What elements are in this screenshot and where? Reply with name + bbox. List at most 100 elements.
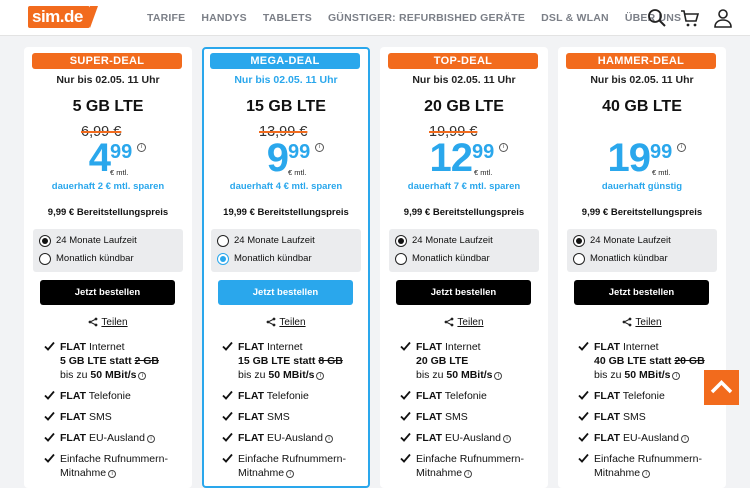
savings-text: dauerhaft 7 € mtl. sparen	[407, 181, 521, 192]
radio-24-months[interactable]	[395, 235, 407, 247]
nav-tarife[interactable]: TARIFE	[147, 12, 185, 24]
share-icon	[267, 317, 276, 327]
check-icon	[578, 411, 589, 421]
radio-24-months[interactable]	[39, 235, 51, 247]
share-link[interactable]: Teilen	[558, 317, 726, 328]
data-volume: 20 GB LTE	[424, 98, 504, 115]
radio-24-months[interactable]	[217, 235, 229, 247]
eu-info-icon[interactable]: i	[681, 435, 689, 443]
share-link[interactable]: Teilen	[204, 317, 368, 328]
eu-info-icon[interactable]: i	[325, 435, 333, 443]
share-label: Teilen	[101, 317, 128, 328]
savings-text: dauerhaft 4 € mtl. sparen	[229, 181, 343, 192]
back-to-top-button[interactable]	[704, 370, 739, 405]
option-24-months-label[interactable]: 24 Monate Laufzeit	[56, 235, 137, 246]
contract-options: 24 Monate Laufzeit Monatlich kündbar	[211, 229, 361, 272]
share-link[interactable]: Teilen	[380, 317, 548, 328]
check-icon	[222, 453, 233, 463]
check-icon	[578, 390, 589, 400]
porting-info-icon[interactable]: i	[108, 470, 117, 478]
order-button[interactable]: Jetzt bestellen	[574, 280, 709, 305]
contract-options: 24 Monate Laufzeit Monatlich kündbar	[567, 229, 717, 272]
feature-eu-ausland: FLAT EU-Ausland i	[238, 431, 333, 445]
price-info-icon[interactable]: i	[137, 143, 146, 152]
nav-handys[interactable]: HANDYS	[201, 12, 247, 24]
radio-monthly[interactable]	[395, 253, 407, 265]
tariff-card-hammer-deal: HAMMER-DEAL Nur bis 02.05. 11 Uhr 40 GB …	[558, 47, 726, 488]
nav-tablets[interactable]: TABLETS	[263, 12, 312, 24]
price-euros: 9	[266, 136, 289, 180]
check-icon	[400, 432, 411, 442]
price-euros: 4	[88, 136, 111, 180]
logo-text: sim.de	[32, 7, 83, 26]
option-monthly-label[interactable]: Monatlich kündbar	[590, 253, 668, 264]
tariff-card-top-deal: TOP-DEAL Nur bis 02.05. 11 Uhr 20 GB LTE…	[380, 47, 548, 488]
setup-fee: 9,99 € Bereitstellungspreis	[403, 207, 525, 218]
radio-monthly[interactable]	[39, 253, 51, 265]
eu-info-icon[interactable]: i	[147, 435, 155, 443]
option-monthly-label[interactable]: Monatlich kündbar	[56, 253, 134, 264]
speed-info-icon[interactable]: i	[138, 372, 147, 380]
check-icon	[222, 411, 233, 421]
check-icon	[400, 341, 411, 351]
option-monthly-label[interactable]: Monatlich kündbar	[234, 253, 312, 264]
nav-refurbished[interactable]: GÜNSTIGER: REFURBISHED GERÄTE	[328, 12, 525, 24]
radio-24-months[interactable]	[573, 235, 585, 247]
price: 19 99 i € mtl.	[558, 138, 726, 180]
offer-deadline: Nur bis 02.05. 11 Uhr	[590, 74, 694, 86]
sim-de-logo[interactable]: sim.de	[28, 6, 98, 28]
tariff-card-super-deal: SUPER-DEAL Nur bis 02.05. 11 Uhr 5 GB LT…	[24, 47, 192, 488]
eu-info-icon[interactable]: i	[503, 435, 511, 443]
option-24-months-label[interactable]: 24 Monate Laufzeit	[234, 235, 315, 246]
search-icon[interactable]	[647, 8, 667, 28]
price-info-icon[interactable]: i	[499, 143, 508, 152]
speed-info-icon[interactable]: i	[494, 372, 503, 380]
check-icon	[44, 390, 55, 400]
porting-info-icon[interactable]: i	[286, 470, 295, 478]
feature-rufnummernmitnahme: Einfache Rufnummern- Mitnahme i	[594, 453, 702, 479]
check-icon	[400, 453, 411, 463]
price-unit: € mtl.	[652, 168, 671, 177]
order-button[interactable]: Jetzt bestellen	[218, 280, 353, 305]
user-icon[interactable]	[713, 8, 733, 28]
option-monthly-label[interactable]: Monatlich kündbar	[412, 253, 490, 264]
tariff-card-mega-deal: MEGA-DEAL Nur bis 02.05. 11 Uhr 15 GB LT…	[202, 47, 370, 488]
check-icon	[578, 432, 589, 442]
check-icon	[44, 341, 55, 351]
check-icon	[578, 453, 589, 463]
option-24-months-label[interactable]: 24 Monate Laufzeit	[412, 235, 493, 246]
share-label: Teilen	[279, 317, 306, 328]
radio-monthly[interactable]	[217, 253, 229, 265]
savings-text: dauerhaft 2 € mtl. sparen	[51, 181, 165, 192]
order-button[interactable]: Jetzt bestellen	[396, 280, 531, 305]
feature-sms: FLAT SMS	[238, 411, 290, 423]
top-navigation-bar: sim.de TARIFE HANDYS TABLETS GÜNSTIGER: …	[0, 0, 750, 36]
check-icon	[222, 341, 233, 351]
check-icon	[44, 411, 55, 421]
price-info-icon[interactable]: i	[315, 143, 324, 152]
deal-badge: TOP-DEAL	[388, 53, 538, 69]
porting-info-icon[interactable]: i	[642, 470, 651, 478]
cart-icon[interactable]	[680, 8, 700, 28]
nav-dsl-wlan[interactable]: DSL & WLAN	[541, 12, 609, 24]
option-24-months-label[interactable]: 24 Monate Laufzeit	[590, 235, 671, 246]
share-link[interactable]: Teilen	[24, 317, 192, 328]
speed-info-icon[interactable]: i	[672, 372, 681, 380]
check-icon	[222, 390, 233, 400]
data-volume: 5 GB LTE	[72, 98, 144, 115]
deal-badge: HAMMER-DEAL	[566, 53, 716, 69]
price: 12 99 i € mtl.	[380, 136, 548, 180]
price-info-icon[interactable]: i	[677, 143, 686, 152]
radio-monthly[interactable]	[573, 253, 585, 265]
data-volume: 15 GB LTE	[246, 98, 326, 115]
setup-fee: 9,99 € Bereitstellungspreis	[47, 207, 169, 218]
order-button[interactable]: Jetzt bestellen	[40, 280, 175, 305]
price-euros: 12	[429, 136, 474, 180]
feature-telefonie: FLAT Telefonie	[416, 390, 487, 402]
share-label: Teilen	[635, 317, 662, 328]
porting-info-icon[interactable]: i	[464, 470, 473, 478]
speed-info-icon[interactable]: i	[316, 372, 325, 380]
check-icon	[44, 453, 55, 463]
feature-rufnummernmitnahme: Einfache Rufnummern- Mitnahme i	[238, 453, 346, 479]
share-icon	[623, 317, 632, 327]
